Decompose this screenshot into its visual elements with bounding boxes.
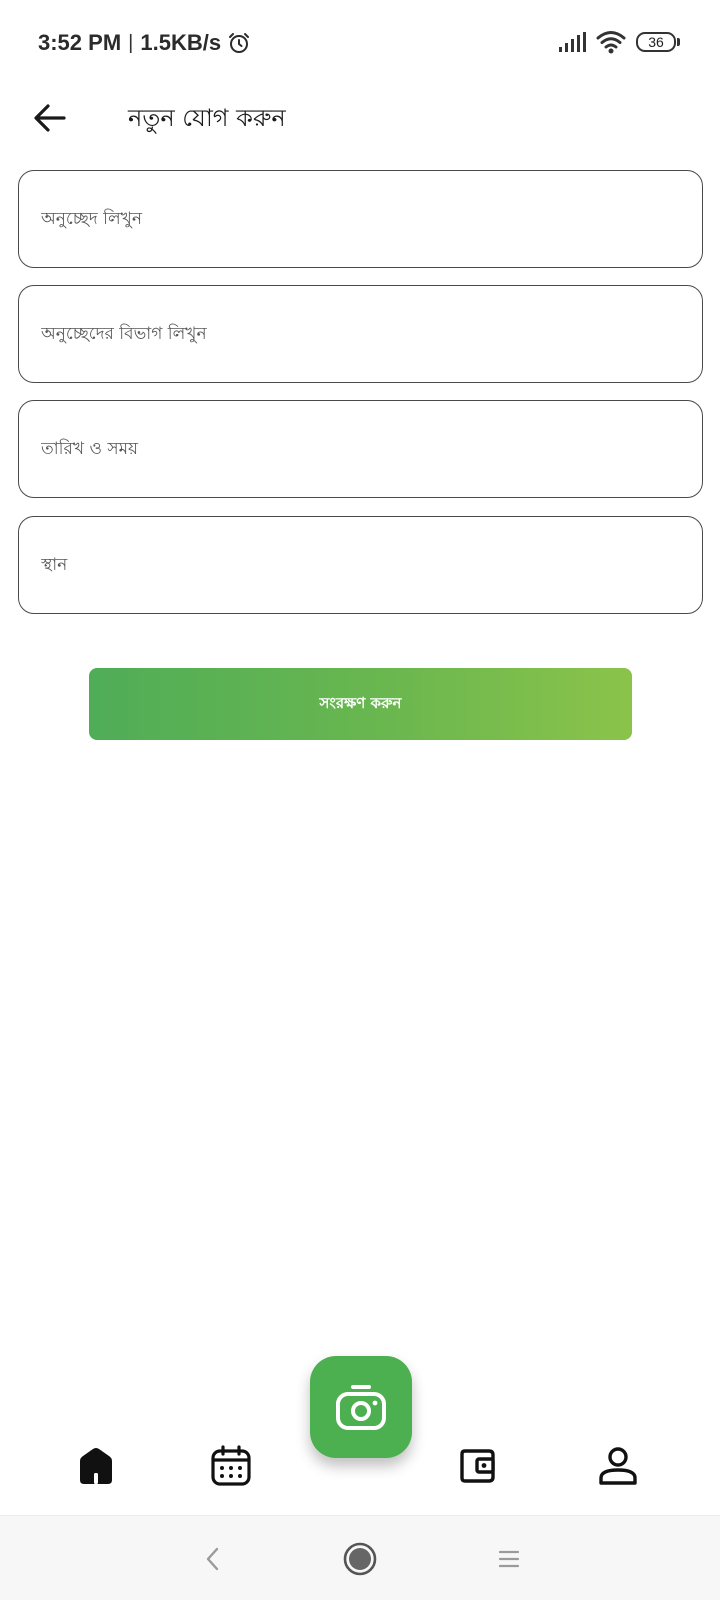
system-recents-button[interactable]: [486, 1536, 532, 1582]
app-header: নতুন যোগ করুন: [0, 88, 720, 148]
network-speed: 1.5KB/s: [140, 30, 222, 55]
page-title: নতুন যোগ করুন: [128, 104, 286, 132]
alarm-icon: [229, 33, 250, 53]
camera-button[interactable]: [310, 1356, 412, 1458]
camera-icon: [336, 1385, 386, 1430]
nav-wallet[interactable]: [452, 1440, 504, 1492]
paragraph-field[interactable]: [18, 170, 703, 268]
wallet-icon: [460, 1449, 495, 1483]
arrow-left-icon: [34, 104, 66, 132]
date-time-input[interactable]: [19, 401, 702, 497]
home-circle-icon: [343, 1542, 377, 1576]
wifi-icon: [596, 31, 626, 54]
paragraph-category-field[interactable]: [18, 285, 703, 383]
system-back-button[interactable]: [190, 1536, 236, 1582]
location-field[interactable]: [18, 516, 703, 614]
paragraph-category-input[interactable]: [19, 286, 702, 382]
system-home-button[interactable]: [337, 1536, 383, 1582]
profile-icon: [599, 1447, 637, 1485]
date-time-field[interactable]: [18, 400, 703, 498]
home-icon: [80, 1448, 112, 1484]
back-button[interactable]: [28, 96, 72, 140]
battery-level: 36: [636, 32, 676, 52]
status-right: 36: [558, 30, 680, 54]
nav-home[interactable]: [70, 1440, 122, 1492]
paragraph-input[interactable]: [19, 171, 702, 267]
status-bar: 3:52 PM | 1.5KB/s 36: [0, 0, 720, 90]
save-button[interactable]: সংরক্ষণ করুন: [89, 668, 632, 740]
system-nav-bar: [0, 1515, 720, 1600]
status-left: 3:52 PM | 1.5KB/s: [38, 30, 251, 56]
signal-icon: [559, 32, 586, 52]
chevron-left-icon: [206, 1547, 219, 1571]
location-input[interactable]: [19, 517, 702, 613]
menu-icon: [498, 1550, 520, 1568]
battery-icon: 36: [636, 32, 680, 52]
calendar-icon: [211, 1445, 251, 1486]
status-separator: |: [128, 31, 134, 54]
nav-profile[interactable]: [592, 1440, 644, 1492]
status-time: 3:52 PM: [38, 30, 122, 55]
nav-calendar[interactable]: [205, 1440, 257, 1492]
battery-tip: [677, 38, 680, 46]
